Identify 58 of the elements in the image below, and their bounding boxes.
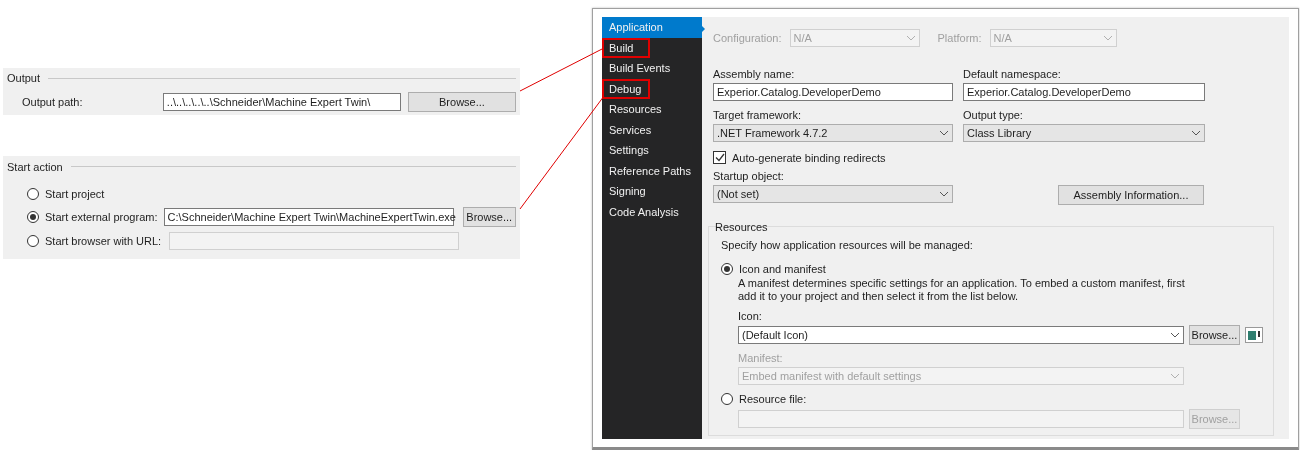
radio-button[interactable]	[27, 187, 39, 200]
assembly-name-field[interactable]: Experior.Catalog.DeveloperDemo	[713, 83, 953, 101]
radio-button[interactable]	[721, 393, 733, 405]
group-title: Resources	[714, 221, 768, 233]
sidebar-tab[interactable]: Code Analysis	[602, 201, 702, 222]
sidebar-tab[interactable]: Build	[602, 37, 650, 58]
namespace-field[interactable]: Experior.Catalog.DeveloperDemo	[963, 83, 1205, 101]
assembly-information-button[interactable]: Assembly Information...	[1058, 185, 1204, 205]
description-text: A manifest determines specific settings for an application. To embed a custom manifest, first add it to your project and then select it from the list below.	[738, 277, 1186, 303]
field-label: Startup object:	[713, 170, 785, 182]
chevron-down-icon	[1102, 35, 1113, 41]
sidebar-tab[interactable]: Settings	[602, 140, 702, 161]
url-field[interactable]	[169, 232, 459, 251]
checkbox-label: Auto-generate binding redirects	[732, 151, 886, 164]
field-label: Target framework:	[713, 109, 803, 121]
checkbox[interactable]	[713, 151, 726, 164]
radio-label: Resource file:	[739, 393, 807, 405]
chevron-down-icon	[905, 35, 916, 41]
output-path-field[interactable]: ..\..\..\..\..\Schneider\Machine Expert Twin\	[162, 93, 401, 111]
chevron-down-icon	[939, 191, 949, 197]
group-title: Output	[7, 72, 41, 84]
radio-button[interactable]	[27, 211, 39, 224]
icon-preview	[1245, 327, 1263, 343]
prompt-text: Specify how application resources will be managed:	[721, 239, 974, 251]
chevron-down-icon	[1170, 332, 1180, 338]
field-label: Platform:	[937, 32, 982, 44]
radio-label: Start browser with URL:	[45, 235, 163, 248]
field-label: Icon:	[738, 310, 763, 322]
field-label: Output type:	[963, 109, 1024, 121]
browse-button[interactable]: Browse...	[1189, 325, 1240, 345]
output-type-dropdown[interactable]: Class Library	[963, 124, 1205, 142]
framework-dropdown[interactable]: .NET Framework 4.7.2	[713, 124, 953, 142]
sidebar-tab[interactable]: Debug	[602, 78, 650, 99]
field-label: Configuration:	[713, 32, 782, 44]
field-label: Manifest:	[738, 352, 784, 364]
field-label: Default namespace:	[963, 68, 1062, 80]
radio-label: Icon and manifest	[739, 263, 826, 275]
chevron-down-icon	[1170, 373, 1180, 379]
sidebar-tab[interactable]: Services	[602, 119, 702, 140]
chevron-down-icon	[939, 130, 949, 136]
radio-button[interactable]	[721, 263, 733, 275]
sidebar-tab[interactable]: Resources	[602, 99, 702, 120]
sidebar-tab[interactable]: Application	[602, 17, 702, 38]
field-label: Assembly name:	[713, 68, 796, 80]
field-label: Output path:	[22, 96, 84, 108]
radio-label: Start external program:	[45, 211, 158, 224]
browse-button[interactable]: Browse...	[462, 207, 516, 228]
radio-label: Start project	[45, 187, 106, 200]
sidebar-tab[interactable]: Build Events	[602, 58, 702, 79]
resource-file-field[interactable]	[738, 410, 1184, 428]
sidebar-tab[interactable]: Signing	[602, 181, 702, 202]
chevron-down-icon	[1191, 130, 1201, 136]
group-title: Start action	[7, 160, 63, 173]
radio-button[interactable]	[27, 235, 39, 248]
sidebar-tab[interactable]: Reference Paths	[602, 160, 702, 181]
startup-object-dropdown[interactable]: (Not set)	[713, 185, 953, 203]
browse-button[interactable]: Browse...	[407, 92, 516, 112]
icon-dropdown[interactable]: (Default Icon)	[738, 326, 1184, 344]
